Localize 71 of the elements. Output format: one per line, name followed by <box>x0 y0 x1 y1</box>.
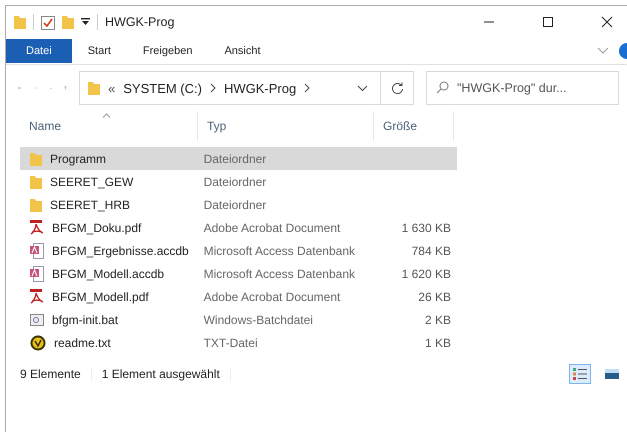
search-icon <box>436 81 449 94</box>
ribbon-tab[interactable]: Ansicht <box>208 39 277 63</box>
search-field[interactable]: "HWGK-Prog" dur... <box>426 71 619 105</box>
file-type: Dateiordner <box>202 174 268 188</box>
column-header[interactable]: Größe <box>374 111 454 141</box>
file-name: SEERET_HRB <box>50 198 130 212</box>
item-count: 9 Elemente <box>20 367 81 381</box>
column-header[interactable]: Name <box>20 111 198 141</box>
file-size: 2 KB <box>424 312 452 326</box>
chevron-right-icon[interactable] <box>210 83 216 93</box>
chevron-right-icon[interactable] <box>304 83 310 93</box>
file-name: BFGM_Modell.accdb <box>52 266 164 280</box>
batch-file-icon <box>30 312 44 326</box>
file-row[interactable]: BFGM_Modell.pdf Adobe Acrobat Document 26 KB <box>20 285 457 308</box>
selection-count: 1 Element ausgewählt <box>102 367 220 381</box>
file-type: Dateiordner <box>202 198 268 212</box>
file-name: BFGM_Modell.pdf <box>52 290 149 304</box>
file-size: 784 KB <box>410 244 452 258</box>
file-name: Programm <box>50 152 106 166</box>
file-row[interactable]: BFGM_Modell.accdb Microsoft Access Datenbank 1 620 KB <box>20 262 457 285</box>
folder-icon <box>30 174 42 188</box>
database-file-icon <box>30 266 44 282</box>
file-type: Microsoft Access Datenbank <box>202 244 356 258</box>
file-name: BFGM_Ergebnisse.accdb <box>52 244 189 258</box>
column-header[interactable]: Typ <box>198 111 374 141</box>
database-file-icon <box>30 242 44 258</box>
folder-icon <box>88 81 100 95</box>
file-name: bfgm-init.bat <box>52 312 118 326</box>
file-type: Microsoft Access Datenbank <box>202 266 356 280</box>
file-size: 1 KB <box>424 336 452 350</box>
breadcrumb-segment[interactable]: HWGK-Prog <box>224 80 296 96</box>
pdf-file-icon <box>30 288 44 304</box>
file-row[interactable]: BFGM_Doku.pdf Adobe Acrobat Document 1 630 KB <box>20 216 457 239</box>
file-row[interactable]: readme.txt TXT-Datei 1 KB <box>20 331 457 354</box>
file-row[interactable]: SEERET_HRB Dateiordner <box>20 193 457 216</box>
file-row[interactable]: bfgm-init.bat Windows-Batchdatei 2 KB <box>20 308 457 331</box>
folder-icon <box>30 152 42 166</box>
file-type: Windows-Batchdatei <box>202 312 314 326</box>
dropdown-icon[interactable] <box>81 18 90 26</box>
file-name: SEERET_GEW <box>50 174 134 188</box>
file-size: 1 630 KB <box>400 220 452 234</box>
file-type: Dateiordner <box>202 152 268 166</box>
close-icon[interactable] <box>601 16 613 28</box>
file-row[interactable]: SEERET_GEW Dateiordner <box>20 170 457 193</box>
tiles-icon <box>604 367 620 381</box>
maximize-icon[interactable] <box>542 16 554 28</box>
properties-icon[interactable] <box>41 14 55 30</box>
details-list-icon <box>572 367 588 381</box>
file-size: 1 620 KB <box>400 266 452 280</box>
file-row[interactable]: BFGM_Ergebnisse.accdb Microsoft Access Datenbank 784 KB <box>20 239 457 262</box>
file-type: Adobe Acrobat Document <box>202 290 342 304</box>
file-type: TXT-Datei <box>202 336 259 350</box>
window-title: HWGK-Prog <box>105 15 174 29</box>
chevron-down-icon[interactable] <box>357 84 368 92</box>
overflow-marker[interactable]: « <box>108 80 116 96</box>
refresh-icon <box>390 82 404 94</box>
address-bar[interactable]: « SYSTEM (C:) HWGK-Prog <box>79 71 414 105</box>
file-name: BFGM_Doku.pdf <box>52 220 142 234</box>
ribbon-tab[interactable]: Datei <box>6 39 72 63</box>
ribbon-tab[interactable]: Freigeben <box>126 39 208 63</box>
folder-icon <box>30 198 42 212</box>
sort-caret-icon <box>102 113 111 118</box>
file-type: Adobe Acrobat Document <box>202 220 342 234</box>
file-row[interactable]: Programm Dateiordner <box>20 147 457 170</box>
ribbon-tab[interactable]: Start <box>72 39 127 63</box>
details-view-button[interactable] <box>569 364 591 384</box>
pdf-file-icon <box>30 220 44 236</box>
file-size: 26 KB <box>417 290 452 304</box>
breadcrumb-segment[interactable]: SYSTEM (C:) <box>123 80 202 96</box>
file-name: readme.txt <box>54 336 111 350</box>
text-file-icon <box>30 334 46 350</box>
